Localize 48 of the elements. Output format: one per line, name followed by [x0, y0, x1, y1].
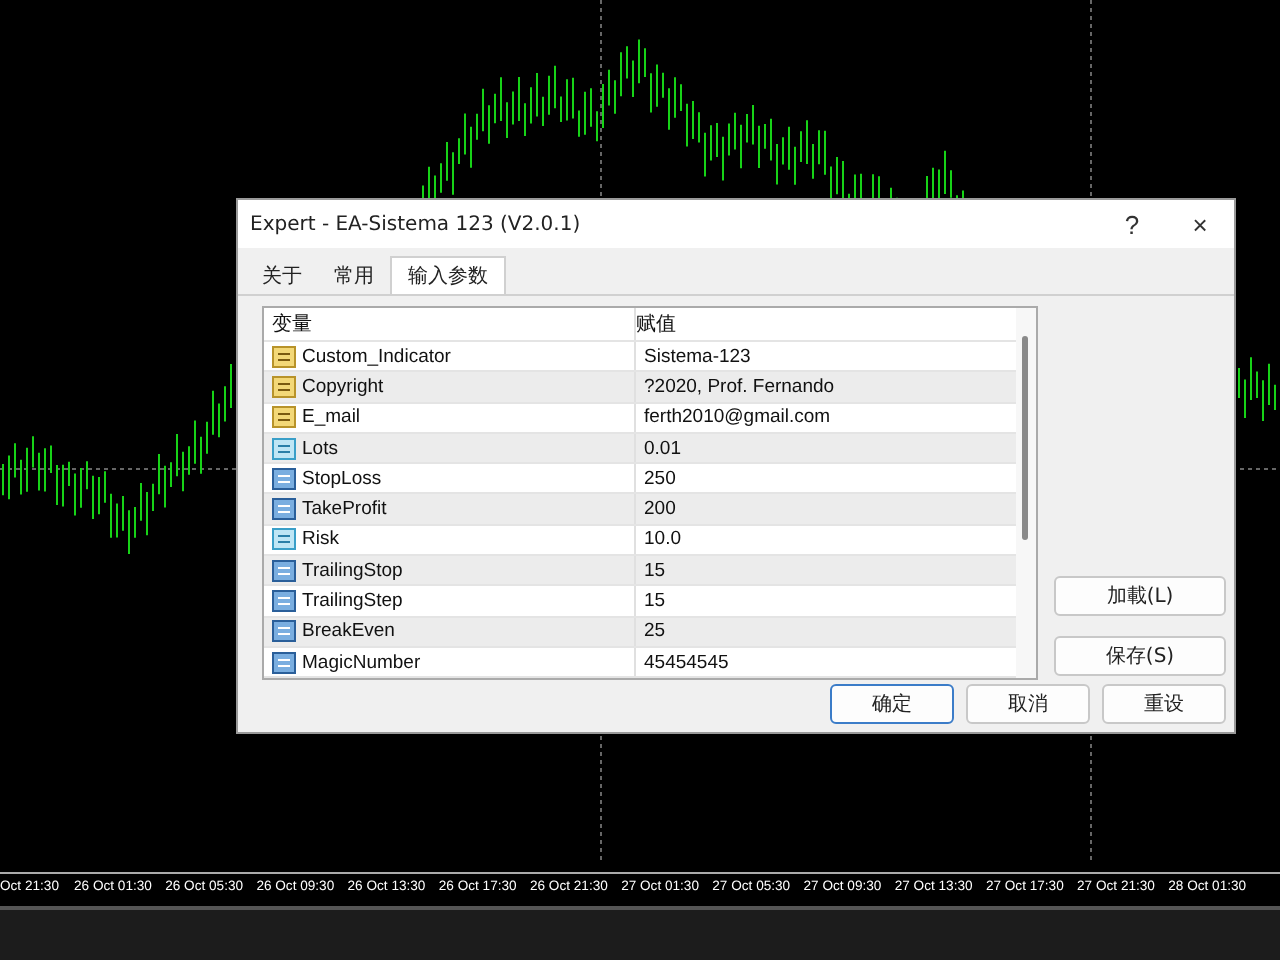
parameter-value[interactable]: Sistema-123	[636, 345, 751, 368]
tab[interactable]: 关于	[246, 256, 318, 294]
column-header[interactable]: 赋值	[636, 310, 676, 338]
integer-type-icon	[272, 559, 296, 582]
parameter-value[interactable]: 15	[636, 559, 666, 582]
string-type-icon	[272, 406, 296, 429]
string-type-icon	[272, 375, 296, 398]
tab[interactable]: 输入参数	[390, 256, 506, 294]
parameter-name: BreakEven	[302, 620, 395, 643]
integer-type-icon	[272, 498, 296, 521]
window-title: Expert - EA-Sistema 123 (V2.0.1)	[250, 213, 583, 235]
integer-type-icon	[272, 590, 296, 613]
parameter-name: TrailingStep	[302, 590, 403, 613]
integer-type-icon	[272, 651, 296, 674]
scrollbar[interactable]	[1016, 308, 1036, 678]
double-type-icon	[272, 528, 296, 551]
parameter-value[interactable]: 25	[636, 620, 666, 643]
parameter-name: Risk	[302, 528, 339, 551]
parameter-name: TrailingStop	[302, 559, 403, 582]
side-button[interactable]: 保存(S)	[1054, 636, 1226, 676]
parameter-name: TakeProfit	[302, 498, 387, 521]
parameter-value[interactable]: 0.01	[636, 437, 681, 460]
close-button[interactable]: ×	[1166, 202, 1234, 246]
column-header[interactable]: 变量	[264, 308, 636, 340]
parameter-value[interactable]: ?2020, Prof. Fernando	[636, 375, 835, 398]
parameter-value[interactable]: 200	[636, 498, 676, 521]
parameter-value[interactable]: ferth2010@gmail.com	[636, 406, 831, 429]
integer-type-icon	[272, 620, 296, 643]
parameter-name: MagicNumber	[302, 651, 421, 674]
string-type-icon	[272, 345, 296, 368]
parameter-name: Lots	[302, 437, 338, 460]
dialog-button[interactable]: 取消	[966, 684, 1090, 724]
help-button[interactable]: ?	[1098, 202, 1166, 246]
dialog-button[interactable]: 重设	[1102, 684, 1226, 724]
parameter-value[interactable]: 45454545	[636, 651, 729, 674]
scrollbar-thumb[interactable]	[1022, 336, 1028, 540]
parameter-name: StopLoss	[302, 467, 382, 490]
parameter-name: Copyright	[302, 375, 384, 398]
dialog-button[interactable]: 确定	[830, 684, 954, 724]
integer-type-icon	[272, 467, 296, 490]
parameter-value[interactable]: 15	[636, 590, 666, 613]
parameter-value[interactable]: 10.0	[636, 528, 681, 551]
parameter-name: Custom_Indicator	[302, 345, 451, 368]
side-button[interactable]: 加載(L)	[1054, 576, 1226, 616]
parameter-name: E_mail	[302, 406, 361, 429]
double-type-icon	[272, 437, 296, 460]
parameter-value[interactable]: 250	[636, 467, 676, 490]
tab[interactable]: 常用	[318, 256, 390, 294]
